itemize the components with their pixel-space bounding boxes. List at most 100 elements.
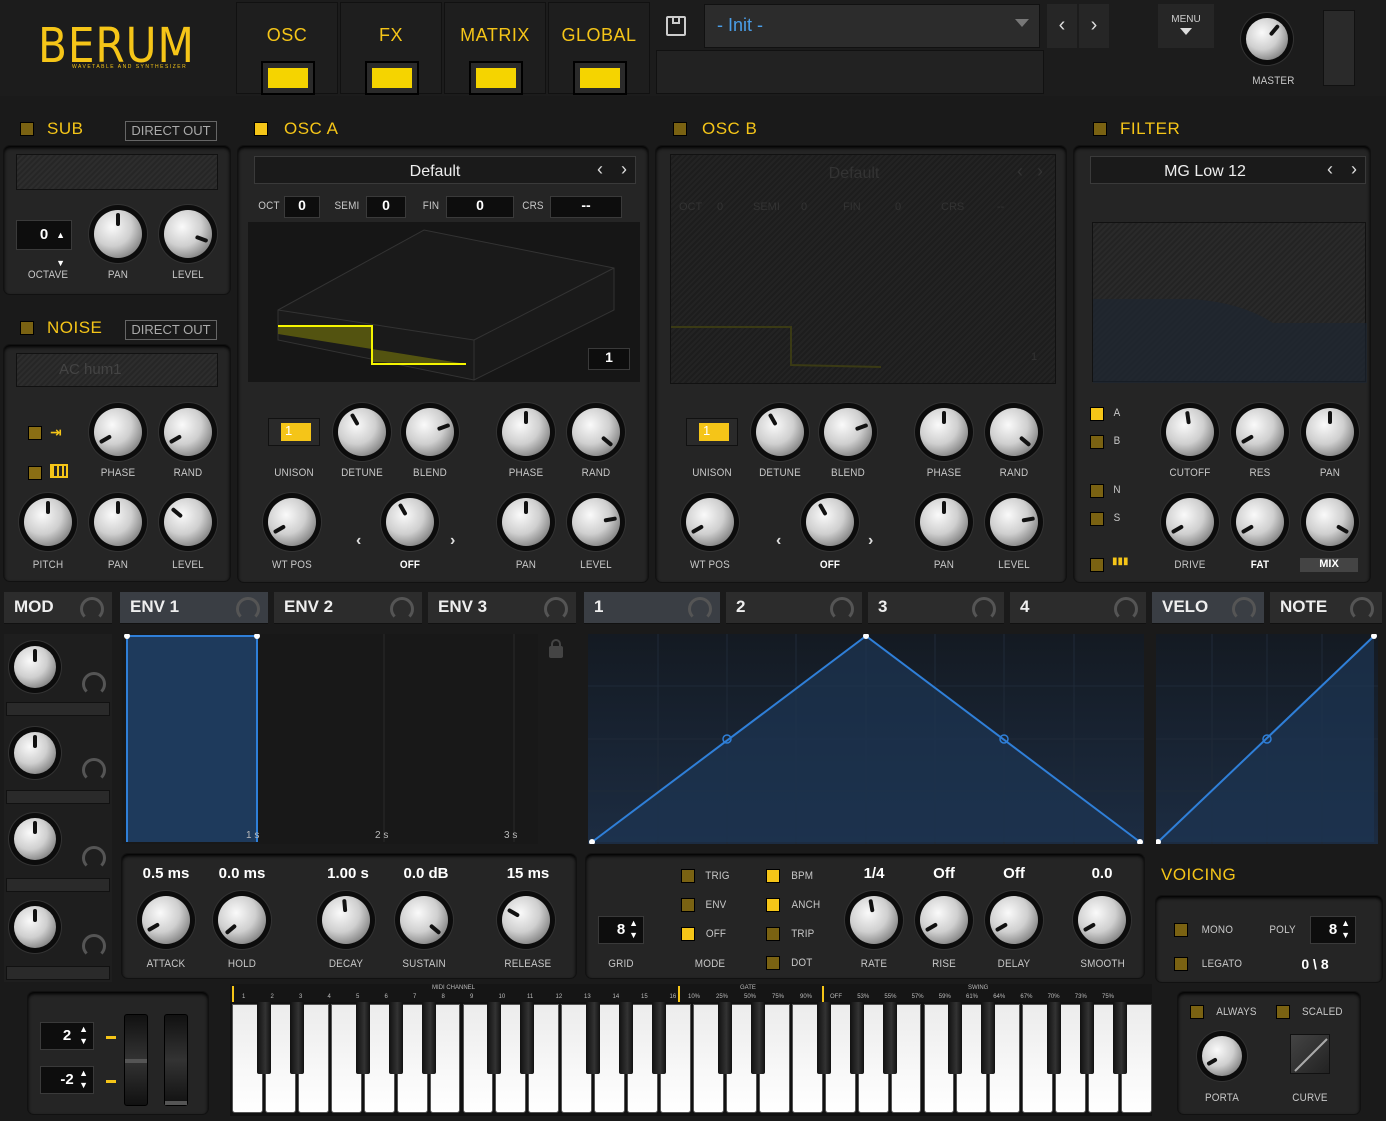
menu-button[interactable]: MENU [1158,4,1214,48]
pitch-wheel[interactable] [124,1014,148,1106]
black-key[interactable] [520,1002,535,1074]
env-attack-value[interactable]: 0.5 ms [136,865,196,882]
filter-type-selector[interactable]: MG Low 12 ‹ › [1090,156,1366,184]
lfo-delay-value[interactable]: Off [988,865,1040,882]
osc-b-warp-knob[interactable] [806,498,854,546]
env-hold-value[interactable]: 0.0 ms [212,865,272,882]
env-sustain-knob[interactable] [400,896,448,944]
osc-a-frame-field[interactable]: 1 [588,348,630,370]
lfo-trip-led[interactable] [766,927,780,941]
osc-a-phase-knob[interactable] [502,408,550,456]
env-hold-knob[interactable] [218,896,266,944]
osc-a-enable-led[interactable] [254,122,268,136]
lfo-smooth-value[interactable]: 0.0 [1076,865,1128,882]
macro-2-knob[interactable] [14,732,56,774]
next-preset-button[interactable]: › [1079,4,1109,48]
black-key[interactable] [289,1002,304,1074]
osc-b-phase-knob[interactable] [920,408,968,456]
lfo-smooth-knob[interactable] [1078,896,1126,944]
midi-channel-option[interactable]: 1 [242,994,245,1000]
gate-option[interactable]: 90% [800,994,812,1000]
swing-option[interactable]: OFF [830,994,842,1000]
lfo-rise-knob[interactable] [920,896,968,944]
macro-1-slot[interactable] [6,702,110,716]
tab-mod[interactable]: MOD [4,592,112,624]
midi-channel-option[interactable]: 10 [499,994,506,1000]
filter-n-led[interactable] [1090,484,1104,498]
black-key[interactable] [981,1002,996,1074]
noise-retrigger-led[interactable] [28,426,42,440]
black-key[interactable] [1047,1002,1062,1074]
osc-a-wave-display[interactable]: 1 [248,222,640,382]
lfo-graph[interactable] [588,633,1144,845]
sub-level-knob[interactable] [164,210,212,258]
lock-icon[interactable] [549,639,563,658]
tab-lfo-2[interactable]: 2 [726,592,862,624]
lfo-rise-value[interactable]: Off [918,865,970,882]
midi-channel-option[interactable]: 16 [670,994,677,1000]
tab-env-1[interactable]: ENV 1 [120,592,268,624]
filter-s-led[interactable] [1090,512,1104,526]
osc-b-warp-next-icon[interactable]: › [868,532,873,550]
env-sustain-value[interactable]: 0.0 dB [396,865,456,882]
osc-b-unison-field[interactable]: 1 [686,418,738,446]
black-key[interactable] [750,1002,765,1074]
gate-option[interactable]: 50% [744,994,756,1000]
osc-b-wtpos-knob[interactable] [686,498,734,546]
gate-option[interactable]: 75% [772,994,784,1000]
mod-wheel[interactable] [164,1014,188,1106]
swing-option[interactable]: 57% [912,994,924,1000]
osc-b-rand-knob[interactable] [990,408,1038,456]
lfo-rate-knob[interactable] [850,896,898,944]
osc-a-next-icon[interactable]: › [621,159,627,180]
macro-2-slot[interactable] [6,790,110,804]
master-knob[interactable] [1246,18,1288,60]
osc-a-blend-knob[interactable] [406,408,454,456]
voicing-mono-led[interactable] [1174,923,1188,937]
swing-option[interactable]: 70% [1048,994,1060,1000]
swing-option[interactable]: 75% [1102,994,1114,1000]
tab-matrix[interactable]: MATRIX [444,2,546,94]
gate-option[interactable]: 10% [688,994,700,1000]
noise-rand-knob[interactable] [164,408,212,456]
lfo-env-led[interactable] [681,898,695,912]
swing-option[interactable]: 59% [939,994,951,1000]
osc-a-oct-field[interactable]: 0 [284,196,320,218]
lfo-dot-led[interactable] [766,956,780,970]
black-key[interactable] [388,1002,403,1074]
osc-a-level-knob[interactable] [572,498,620,546]
lfo-delay-knob[interactable] [990,896,1038,944]
midi-channel-option[interactable]: 6 [385,994,388,1000]
black-key[interactable] [355,1002,370,1074]
osc-a-warp-next-icon[interactable]: › [450,532,455,550]
osc-b-blend-knob[interactable] [824,408,872,456]
sub-octave-stepper[interactable]: 0 ▲ ▼ [16,220,72,268]
tab-global[interactable]: GLOBAL [548,2,650,94]
preset-selector[interactable]: - Init - [704,4,1040,48]
filter-cutoff-knob[interactable] [1166,408,1214,456]
black-key[interactable] [717,1002,732,1074]
black-key[interactable] [816,1002,831,1074]
midi-channel-option[interactable]: 12 [556,994,563,1000]
macro-1-mod-ring[interactable] [82,672,106,696]
swing-option[interactable]: 61% [966,994,978,1000]
macro-3-mod-ring[interactable] [82,846,106,870]
black-key[interactable] [652,1002,667,1074]
filter-next-icon[interactable]: › [1351,159,1357,180]
env-decay-knob[interactable] [322,896,370,944]
sub-pan-knob[interactable] [94,210,142,258]
env-release-knob[interactable] [502,896,550,944]
porta-always-led[interactable] [1190,1005,1204,1019]
midi-channel-option[interactable]: 11 [527,994,533,1000]
midi-channel-option[interactable]: 9 [470,994,473,1000]
macro-3-knob[interactable] [14,818,56,860]
osc-b-detune-knob[interactable] [756,408,804,456]
black-key[interactable] [849,1002,864,1074]
filter-enable-led[interactable] [1093,122,1107,136]
black-key[interactable] [586,1002,601,1074]
midi-channel-option[interactable]: 8 [442,994,445,1000]
filter-res-knob[interactable] [1236,408,1284,456]
black-key[interactable] [948,1002,963,1074]
lfo-bpm-led[interactable] [766,869,780,883]
noise-enable-led[interactable] [20,321,34,335]
